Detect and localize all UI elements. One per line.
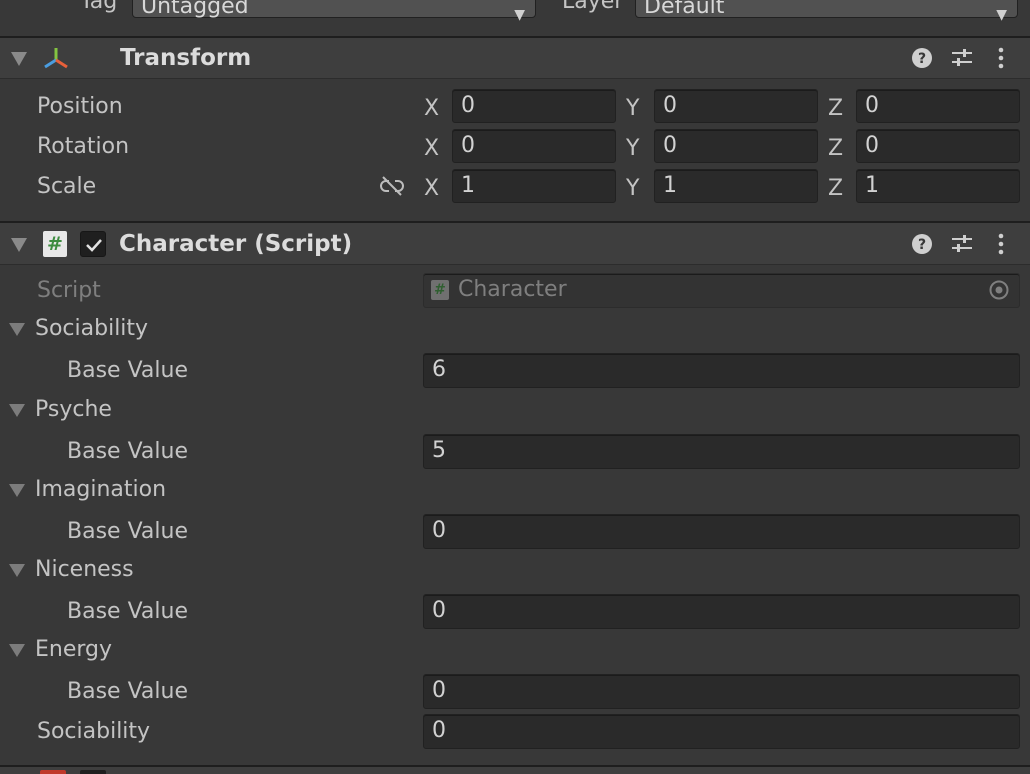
preset-settings-icon[interactable] [950,233,974,255]
script-label: Script [37,278,101,303]
checkmark-icon [86,239,102,252]
next-component-header[interactable] [0,767,1030,774]
help-icon[interactable]: ? [911,233,933,255]
axis-z-label[interactable]: Z [828,136,843,161]
niceness-base-value-field[interactable]: 0 [423,594,1020,629]
unlinked-scale-icon[interactable] [379,175,405,197]
axis-y-label[interactable]: Y [626,136,639,161]
scale-x-field[interactable]: 1 [452,169,616,203]
rotation-z-field[interactable]: 0 [856,129,1020,163]
preset-settings-icon[interactable] [950,47,974,69]
base-value-label: Base Value [67,599,188,624]
tag-label: Tag [80,0,118,14]
axis-x-label[interactable]: X [424,96,439,121]
foldout-arrow-icon[interactable] [9,404,25,417]
chevron-down-icon: ▼ [996,7,1007,23]
separator [0,78,1030,79]
axis-z-label[interactable]: Z [828,176,843,201]
layer-label: Layer [562,0,624,14]
scale-z-field[interactable]: 1 [856,169,1020,203]
tag-dropdown[interactable]: Untagged ▼ [132,0,536,23]
base-value-label: Base Value [67,439,188,464]
position-label: Position [37,94,123,119]
more-options-icon[interactable] [995,46,1007,70]
help-icon[interactable]: ? [911,47,933,69]
energy-base-value-field[interactable]: 0 [423,674,1020,709]
svg-text:?: ? [918,237,926,253]
axis-x-label[interactable]: X [424,176,439,201]
object-picker-icon[interactable] [988,279,1010,301]
group-imagination-label[interactable]: Imagination [35,479,166,501]
component-icon [40,770,66,774]
transform-icon [44,48,68,69]
layer-dropdown[interactable]: Default ▼ [635,0,1018,23]
script-hash-icon: # [431,280,449,300]
scale-label: Scale [37,174,97,199]
transform-title: Transform [120,45,252,71]
axis-y-label[interactable]: Y [626,176,639,201]
script-hash-icon: # [43,231,67,257]
group-energy-label[interactable]: Energy [35,639,112,661]
foldout-arrow-icon[interactable] [9,484,25,497]
group-sociability-label[interactable]: Sociability [35,318,148,340]
base-value-label: Base Value [67,358,188,383]
layer-dropdown-value: Default [644,0,725,19]
base-value-label: Base Value [67,679,188,704]
script-object-value: Character [458,277,567,302]
axis-x-label[interactable]: X [424,136,439,161]
position-z-field[interactable]: 0 [856,89,1020,123]
chevron-down-icon: ▼ [514,7,525,23]
foldout-arrow-icon[interactable] [9,564,25,577]
enabled-checkbox[interactable] [80,231,106,257]
more-options-icon[interactable] [995,232,1007,256]
axis-y-label[interactable]: Y [626,96,639,121]
rotation-y-field[interactable]: 0 [654,129,818,163]
position-x-field[interactable]: 0 [452,89,616,123]
svg-text:?: ? [918,51,926,67]
psyche-base-value-field[interactable]: 5 [423,434,1020,469]
scale-y-field[interactable]: 1 [654,169,818,203]
imagination-base-value-field[interactable]: 0 [423,514,1020,549]
group-niceness-label[interactable]: Niceness [35,559,134,581]
rotation-x-field[interactable]: 0 [452,129,616,163]
foldout-arrow-icon[interactable] [11,238,27,252]
sociability-label: Sociability [37,719,151,744]
rotation-label: Rotation [37,134,130,159]
enabled-checkbox[interactable] [80,770,106,774]
character-script-title: Character (Script) [119,231,353,257]
sociability-field[interactable]: 0 [423,714,1020,749]
separator [0,264,1030,265]
sociability-base-value-field[interactable]: 6 [423,353,1020,388]
base-value-label: Base Value [67,519,188,544]
position-y-field[interactable]: 0 [654,89,818,123]
script-object-field[interactable]: Character [423,273,1020,308]
foldout-arrow-icon[interactable] [9,323,25,336]
group-psyche-label[interactable]: Psyche [35,399,112,421]
tag-dropdown-value: Untagged [141,0,249,19]
axis-z-label[interactable]: Z [828,96,843,121]
foldout-arrow-icon[interactable] [9,644,25,657]
foldout-arrow-icon[interactable] [11,52,27,66]
